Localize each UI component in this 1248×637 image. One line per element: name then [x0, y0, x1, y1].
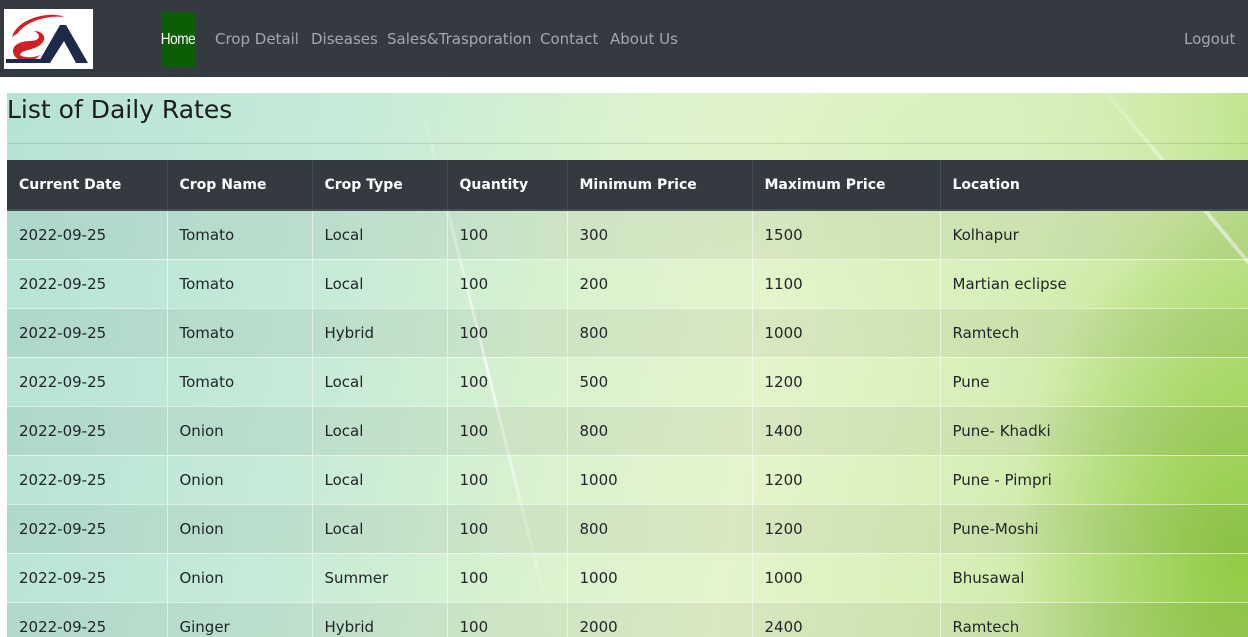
table-cell: Local: [312, 503, 448, 553]
table-cell: 2022-09-25: [7, 405, 168, 455]
table-cell: Local: [312, 209, 448, 259]
table-cell: 1000: [567, 552, 753, 602]
table-row: 2022-09-25 Ginger Hybrid 100 2000 2400 Ramtech: [7, 601, 1248, 637]
table-cell: Onion: [167, 552, 313, 602]
table-cell: Ginger: [167, 601, 313, 637]
table-cell: 100: [447, 209, 568, 259]
table-cell: 1100: [752, 258, 941, 308]
table-row: 2022-09-25 Tomato Local 100 500 1200 Pune: [7, 356, 1248, 406]
top-navbar: Home Crop Detail Diseases Sales&Traspora…: [0, 0, 1248, 77]
table-cell: 2022-09-25: [7, 258, 168, 308]
table-cell: Hybrid: [312, 307, 448, 357]
table-cell: 800: [567, 307, 753, 357]
table-cell: Ramtech: [940, 601, 1248, 637]
table-cell: Pune - Pimpri: [940, 454, 1248, 504]
nav-item-diseases[interactable]: Diseases: [311, 30, 378, 48]
table-cell: 100: [447, 454, 568, 504]
column-header: Crop Name: [167, 160, 313, 211]
table-row: 2022-09-25 Onion Summer 100 1000 1000 Bhusawal: [7, 552, 1248, 602]
table-row: 2022-09-25 Tomato Local 100 200 1100 Martian e…: [7, 258, 1248, 308]
table-cell: Summer: [312, 552, 448, 602]
column-header: Maximum Price: [752, 160, 941, 211]
brand-logo[interactable]: [4, 9, 93, 69]
table-cell: Martian eclipse: [940, 258, 1248, 308]
table-cell: 2000: [567, 601, 753, 637]
table-cell: 100: [447, 258, 568, 308]
table-cell: Bhusawal: [940, 552, 1248, 602]
table-row: 2022-09-25 Tomato Local 100 300 1500 Kolhapur: [7, 209, 1248, 259]
table-cell: 1000: [752, 307, 941, 357]
table-header-row: Current Date Crop Name Crop Type Quantity Mi…: [7, 160, 1248, 211]
table-cell: 100: [447, 552, 568, 602]
main-content: List of Daily Rates Current Date Crop Nam…: [7, 93, 1248, 637]
table-cell: 100: [447, 503, 568, 553]
table-cell: Tomato: [167, 258, 313, 308]
table-cell: 100: [447, 307, 568, 357]
nav-item-sales-transportation[interactable]: Sales&Trasporation: [387, 30, 532, 48]
table-cell: 1400: [752, 405, 941, 455]
table-cell: Kolhapur: [940, 209, 1248, 259]
table-cell: 2022-09-25: [7, 601, 168, 637]
column-header: Location: [940, 160, 1248, 211]
table-cell: Local: [312, 258, 448, 308]
table-cell: Pune: [940, 356, 1248, 406]
column-header: Current Date: [7, 160, 168, 211]
table-cell: 2022-09-25: [7, 503, 168, 553]
table-cell: 800: [567, 405, 753, 455]
table-cell: 100: [447, 405, 568, 455]
table-cell: 2022-09-25: [7, 307, 168, 357]
column-header: Crop Type: [312, 160, 448, 211]
table-row: 2022-09-25 Onion Local 100 1000 1200 Pune - Pi…: [7, 454, 1248, 504]
table-row: 2022-09-25 Onion Local 100 800 1200 Pune-Moshi: [7, 503, 1248, 553]
table-cell: 1500: [752, 209, 941, 259]
nav-item-contact[interactable]: Contact: [540, 30, 598, 48]
page-title: List of Daily Rates: [7, 95, 233, 124]
table-cell: Tomato: [167, 307, 313, 357]
table-cell: 800: [567, 503, 753, 553]
table-cell: Pune- Khadki: [940, 405, 1248, 455]
table-row: 2022-09-25 Onion Local 100 800 1400 Pune- Khad…: [7, 405, 1248, 455]
table-cell: 200: [567, 258, 753, 308]
table-row: 2022-09-25 Tomato Hybrid 100 800 1000 Ramtech: [7, 307, 1248, 357]
table-cell: Pune-Moshi: [940, 503, 1248, 553]
sa-logo-icon: [6, 14, 88, 63]
table-cell: 2022-09-25: [7, 552, 168, 602]
table-cell: Local: [312, 405, 448, 455]
column-header: Quantity: [447, 160, 568, 211]
logout-link[interactable]: Logout: [1184, 30, 1235, 48]
nav-item-about-us[interactable]: About Us: [610, 30, 678, 48]
table-cell: 1000: [567, 454, 753, 504]
table-cell: 1200: [752, 503, 941, 553]
table-cell: 100: [447, 601, 568, 637]
table-cell: Local: [312, 454, 448, 504]
table-cell: 1200: [752, 356, 941, 406]
table-cell: Onion: [167, 454, 313, 504]
title-divider: [7, 143, 1248, 144]
table-cell: Ramtech: [940, 307, 1248, 357]
table-cell: Tomato: [167, 209, 313, 259]
nav-item-home[interactable]: Home: [161, 12, 196, 67]
table-cell: Tomato: [167, 356, 313, 406]
table-cell: Onion: [167, 405, 313, 455]
table-cell: 1000: [752, 552, 941, 602]
table-cell: 100: [447, 356, 568, 406]
table-cell: Local: [312, 356, 448, 406]
column-header: Minimum Price: [567, 160, 753, 211]
table-cell: 2022-09-25: [7, 454, 168, 504]
nav-item-crop-detail[interactable]: Crop Detail: [215, 30, 299, 48]
table-cell: 300: [567, 209, 753, 259]
table-cell: 2400: [752, 601, 941, 637]
daily-rates-table: Current Date Crop Name Crop Type Quantity Mi…: [7, 160, 1248, 637]
table-cell: 2022-09-25: [7, 356, 168, 406]
table-cell: 2022-09-25: [7, 209, 168, 259]
table-cell: Onion: [167, 503, 313, 553]
table-cell: 500: [567, 356, 753, 406]
table-cell: Hybrid: [312, 601, 448, 637]
table-cell: 1200: [752, 454, 941, 504]
